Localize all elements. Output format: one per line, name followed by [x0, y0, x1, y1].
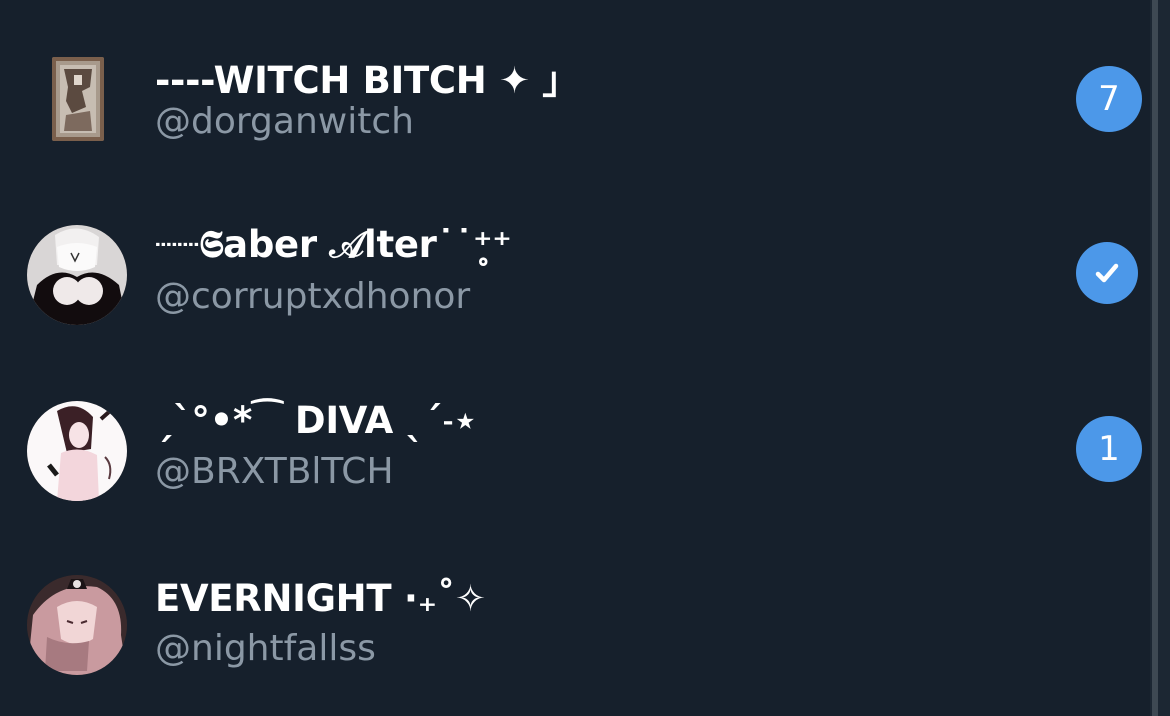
avatar-card-image-icon: [52, 57, 104, 141]
conversation-row[interactable]: ----WITCH BITCH ✦ 」 @dorganwitch 7: [0, 0, 1150, 175]
conversation-row[interactable]: ┈┈𝕾aber 𝒜lter˙˙⁺̥⁺ @corruptxdhonor: [0, 175, 1150, 350]
conversation-row[interactable]: EVERNIGHT ·₊˚✧ @nightfallss: [0, 525, 1150, 700]
avatar-monochrome-character-icon: [27, 225, 127, 325]
avatar[interactable]: [27, 401, 127, 501]
unread-count-badge: 7: [1076, 66, 1142, 132]
display-name: ----WITCH BITCH ✦ 」: [155, 59, 579, 102]
username-handle: @BRXTBlTCH: [155, 451, 394, 492]
display-name: ┈┈𝕾aber 𝒜lter˙˙⁺̥⁺: [155, 223, 512, 266]
display-name: ˏˋ°•*⁀ DIVA ˎˊ˗⋆: [155, 399, 477, 442]
avatar[interactable]: [52, 57, 104, 141]
conversation-row[interactable]: ˏˋ°•*⁀ DIVA ˎˊ˗⋆ @BRXTBlTCH 1: [0, 350, 1150, 525]
avatar[interactable]: [27, 225, 127, 325]
display-name: EVERNIGHT ·₊˚✧: [155, 577, 486, 620]
unread-count-badge: 1: [1076, 416, 1142, 482]
avatar-character-pink-icon: [27, 401, 127, 501]
scrollbar[interactable]: [1150, 0, 1170, 716]
avatar[interactable]: [27, 575, 127, 675]
read-status-badge: [1076, 242, 1138, 304]
checkmark-icon: [1095, 263, 1119, 283]
username-handle: @corruptxdhonor: [155, 276, 471, 317]
scrollbar-thumb[interactable]: [1152, 0, 1158, 716]
avatar-character-pink-hair-icon: [27, 575, 127, 675]
username-handle: @nightfallss: [155, 628, 376, 669]
username-handle: @dorganwitch: [155, 101, 414, 142]
